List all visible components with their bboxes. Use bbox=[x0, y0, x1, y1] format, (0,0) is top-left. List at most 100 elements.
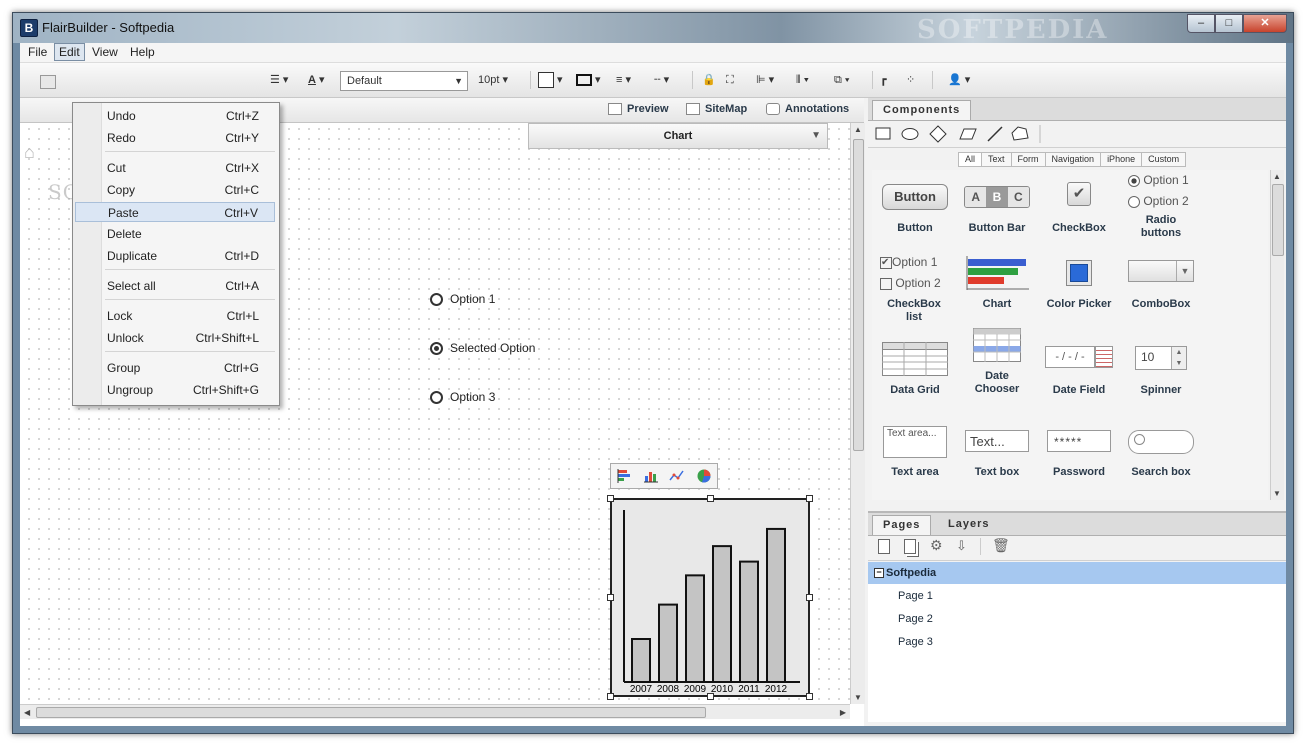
scroll-thumb[interactable] bbox=[1272, 184, 1284, 256]
tab-pages[interactable]: Pages bbox=[872, 515, 932, 535]
menu-item-lock[interactable]: Lock Ctrl+L bbox=[75, 306, 275, 326]
menu-item-cut[interactable]: Cut Ctrl+X bbox=[75, 158, 275, 178]
scroll-up-icon[interactable]: ▲ bbox=[1273, 172, 1281, 181]
annotations-button[interactable]: Annotations bbox=[766, 103, 849, 116]
trash-icon[interactable]: 🗑 bbox=[992, 537, 1010, 554]
resize-handle[interactable] bbox=[806, 594, 813, 601]
user-icon[interactable]: 👤 ▾ bbox=[948, 71, 970, 89]
lock-icon[interactable]: 🔒 bbox=[702, 71, 716, 89]
menu-item-paste[interactable]: Paste Ctrl+V bbox=[75, 202, 275, 222]
canvas-radio-option[interactable]: Selected Option bbox=[430, 339, 535, 357]
arrange-icon[interactable]: ⧉ ▾ bbox=[834, 71, 850, 89]
filter-text[interactable]: Text bbox=[981, 152, 1012, 167]
component-text-area[interactable]: Text area... Text area bbox=[874, 416, 956, 486]
resize-handle[interactable] bbox=[607, 594, 614, 601]
line-weight-icon[interactable]: ≡ ▾ bbox=[616, 71, 631, 89]
menu-view[interactable]: View bbox=[88, 44, 122, 60]
tree-page[interactable]: Page 2 bbox=[868, 608, 1286, 630]
canvas-radio-option[interactable]: Option 3 bbox=[430, 388, 495, 406]
menu-item-copy[interactable]: Copy Ctrl+C bbox=[75, 180, 275, 200]
duplicate-page-icon[interactable] bbox=[904, 539, 916, 554]
canvas-horizontal-scrollbar[interactable]: ◀ ▶ bbox=[20, 704, 850, 719]
filter-form[interactable]: Form bbox=[1010, 152, 1046, 167]
align-text-icon[interactable]: ☰ ▾ bbox=[270, 71, 288, 89]
component-date-field[interactable]: - / - / - Date Field bbox=[1038, 334, 1120, 404]
line-style-icon[interactable]: ╌ ▾ bbox=[654, 71, 669, 89]
scroll-thumb[interactable] bbox=[853, 139, 864, 451]
font-size-select[interactable]: 10pt ▾ bbox=[478, 71, 508, 89]
title-bar[interactable]: B FlairBuilder - Softpedia SOFTPEDIA – □… bbox=[13, 13, 1293, 45]
menu-item-delete[interactable]: Delete bbox=[75, 224, 275, 244]
new-page-icon[interactable] bbox=[878, 539, 890, 554]
scroll-right-icon[interactable]: ▶ bbox=[840, 708, 846, 717]
preview-button[interactable]: Preview bbox=[608, 103, 669, 116]
scroll-up-icon[interactable]: ▲ bbox=[854, 125, 862, 134]
scroll-thumb[interactable] bbox=[36, 707, 706, 718]
fill-color-icon[interactable]: ▾ bbox=[538, 71, 563, 89]
fit-selection-icon[interactable]: ⛶ bbox=[726, 71, 734, 89]
column-chart-icon[interactable] bbox=[643, 468, 659, 484]
menu-item-ungroup[interactable]: Ungroup Ctrl+Shift+G bbox=[75, 380, 275, 400]
snap-grid-icon[interactable]: ⁘ bbox=[906, 71, 915, 89]
component-checkbox[interactable]: ✔ CheckBox bbox=[1038, 178, 1120, 238]
export-page-icon[interactable]: ⇩ bbox=[956, 538, 967, 554]
menu-item-duplicate[interactable]: Duplicate Ctrl+D bbox=[75, 246, 275, 266]
tree-page[interactable]: Page 1 bbox=[868, 585, 1286, 607]
tree-page[interactable]: Page 3 bbox=[868, 631, 1286, 653]
menu-item-group[interactable]: Group Ctrl+G bbox=[75, 358, 275, 378]
component-checkbox-list[interactable]: ✔ Option 1 Option 2 CheckBox list bbox=[874, 252, 956, 323]
component-button[interactable]: Button Button bbox=[874, 178, 956, 238]
component-date-chooser[interactable]: Date Chooser bbox=[956, 328, 1038, 404]
scroll-down-icon[interactable]: ▼ bbox=[1273, 489, 1281, 498]
chart-component[interactable]: 2007 2008 2009 2010 2011 2012 bbox=[610, 498, 810, 697]
line-chart-icon[interactable] bbox=[669, 468, 685, 484]
component-color-picker[interactable]: Color Picker bbox=[1038, 252, 1120, 322]
tab-components[interactable]: Components bbox=[872, 100, 972, 120]
menu-item-select-all[interactable]: Select all Ctrl+A bbox=[75, 276, 275, 296]
filter-iphone[interactable]: iPhone bbox=[1100, 152, 1143, 167]
menu-help[interactable]: Help bbox=[126, 44, 159, 60]
menu-item-unlock[interactable]: Unlock Ctrl+Shift+L bbox=[75, 328, 275, 348]
resize-handle[interactable] bbox=[707, 495, 714, 502]
canvas-vertical-scrollbar[interactable]: ▲ ▼ bbox=[850, 123, 865, 704]
component-radio-buttons[interactable]: Option 1 Option 2 Radio buttons bbox=[1120, 170, 1202, 240]
component-text-box[interactable]: Text... Text box bbox=[956, 416, 1038, 486]
canvas-radio-option[interactable]: Option 1 bbox=[430, 290, 495, 308]
open-folder-icon[interactable] bbox=[40, 75, 56, 89]
filter-all[interactable]: All bbox=[958, 152, 983, 167]
ruler-icon[interactable]: ┏ bbox=[880, 71, 887, 89]
filter-navigation[interactable]: Navigation bbox=[1044, 152, 1102, 167]
font-family-select[interactable]: Default ▼ bbox=[340, 71, 468, 91]
component-chart[interactable]: Chart bbox=[956, 252, 1038, 322]
resize-handle[interactable] bbox=[806, 495, 813, 502]
maximize-button[interactable]: □ bbox=[1215, 14, 1243, 33]
minimize-button[interactable]: – bbox=[1187, 14, 1215, 33]
distribute-icon[interactable]: ⫴ ▾ bbox=[796, 71, 809, 89]
component-combobox[interactable]: ▼ ComboBox bbox=[1120, 252, 1202, 322]
gear-icon[interactable]: ⚙ bbox=[930, 537, 943, 554]
border-style-icon[interactable]: ▾ bbox=[576, 71, 601, 89]
menu-item-undo[interactable]: Undo Ctrl+Z bbox=[75, 106, 275, 126]
scroll-left-icon[interactable]: ◀ bbox=[24, 708, 30, 717]
resize-handle[interactable] bbox=[707, 693, 714, 700]
menu-file[interactable]: File bbox=[24, 44, 51, 60]
pie-chart-icon[interactable] bbox=[696, 468, 712, 484]
filter-custom[interactable]: Custom bbox=[1141, 152, 1187, 167]
component-spinner[interactable]: 10 ▲ ▼ Spinner bbox=[1120, 334, 1202, 404]
close-button[interactable]: ✕ bbox=[1243, 14, 1287, 33]
tree-project[interactable]: − Softpedia bbox=[868, 562, 1286, 584]
resize-handle[interactable] bbox=[607, 495, 614, 502]
collapse-icon[interactable]: − bbox=[874, 568, 884, 578]
menu-item-redo[interactable]: Redo Ctrl+Y bbox=[75, 128, 275, 148]
menu-edit[interactable]: Edit bbox=[54, 43, 85, 61]
component-search-box[interactable]: Search box bbox=[1120, 416, 1202, 486]
components-scrollbar[interactable]: ▲ ▼ bbox=[1270, 170, 1284, 500]
resize-handle[interactable] bbox=[607, 693, 614, 700]
scroll-down-icon[interactable]: ▼ bbox=[854, 693, 862, 702]
font-color-icon[interactable]: A ▾ bbox=[308, 71, 325, 89]
component-password[interactable]: ***** Password bbox=[1038, 416, 1120, 486]
component-data-grid[interactable]: Data Grid bbox=[874, 334, 956, 404]
tab-layers[interactable]: Layers bbox=[938, 515, 999, 534]
property-panel-header[interactable]: Chart ▼ bbox=[528, 123, 828, 149]
sitemap-button[interactable]: SiteMap bbox=[686, 103, 747, 116]
